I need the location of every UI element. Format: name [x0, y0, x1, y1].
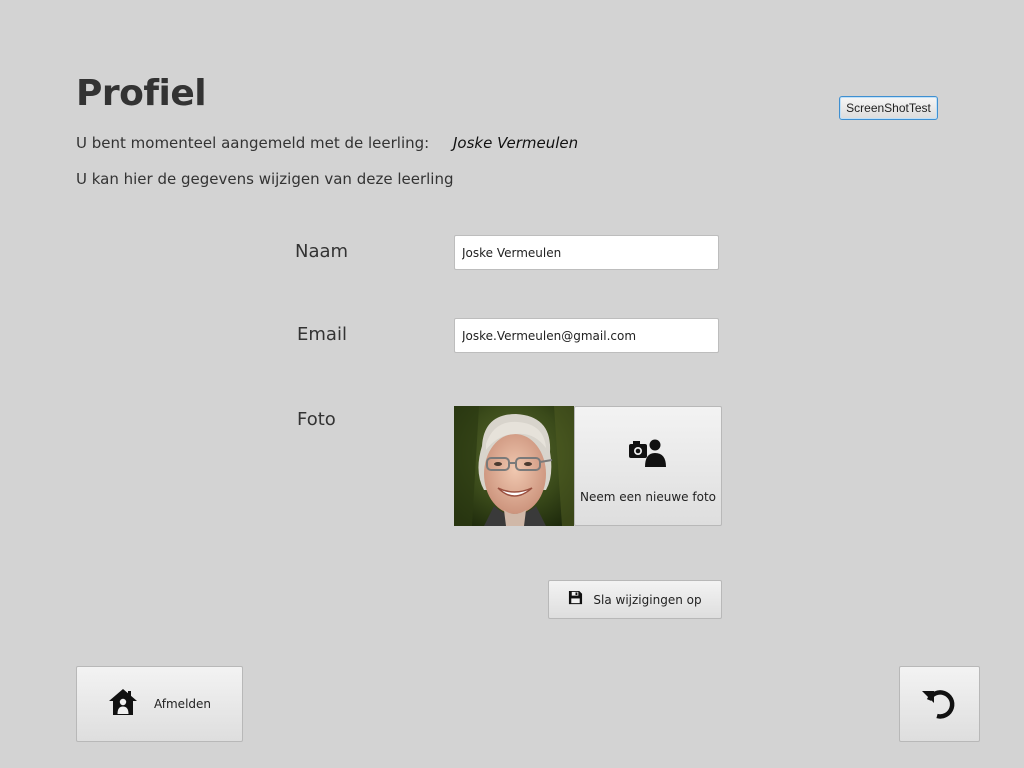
- logout-button[interactable]: Afmelden: [76, 666, 243, 742]
- undo-arrow-icon: [921, 683, 959, 725]
- camera-person-icon: [628, 436, 668, 472]
- page-title: Profiel: [76, 73, 207, 114]
- name-label: Naam: [295, 241, 349, 262]
- screenshot-test-button[interactable]: ScreenShotTest: [839, 96, 938, 120]
- edit-hint-text: U kan hier de gegevens wijzigen van deze…: [76, 170, 454, 188]
- profile-page: Profiel ScreenShotTest U bent momenteel …: [0, 0, 1024, 768]
- logout-label: Afmelden: [153, 697, 212, 711]
- take-new-photo-label: Neem een nieuwe foto: [580, 490, 716, 504]
- back-button[interactable]: [899, 666, 980, 742]
- current-student-name: Joske Vermeulen: [453, 134, 579, 152]
- home-person-icon: [108, 688, 138, 720]
- floppy-disk-icon: [568, 590, 583, 609]
- photo-label: Foto: [297, 409, 336, 430]
- take-new-photo-button[interactable]: Neem een nieuwe foto: [574, 406, 722, 526]
- save-changes-label: Sla wijzigingen op: [593, 592, 702, 607]
- email-label: Email: [297, 324, 347, 345]
- profile-photo: [454, 406, 574, 526]
- email-input[interactable]: [454, 318, 719, 353]
- logged-in-label: U bent momenteel aangemeld met de leerli…: [76, 134, 430, 152]
- save-changes-button[interactable]: Sla wijzigingen op: [548, 580, 722, 619]
- name-input[interactable]: [454, 235, 719, 270]
